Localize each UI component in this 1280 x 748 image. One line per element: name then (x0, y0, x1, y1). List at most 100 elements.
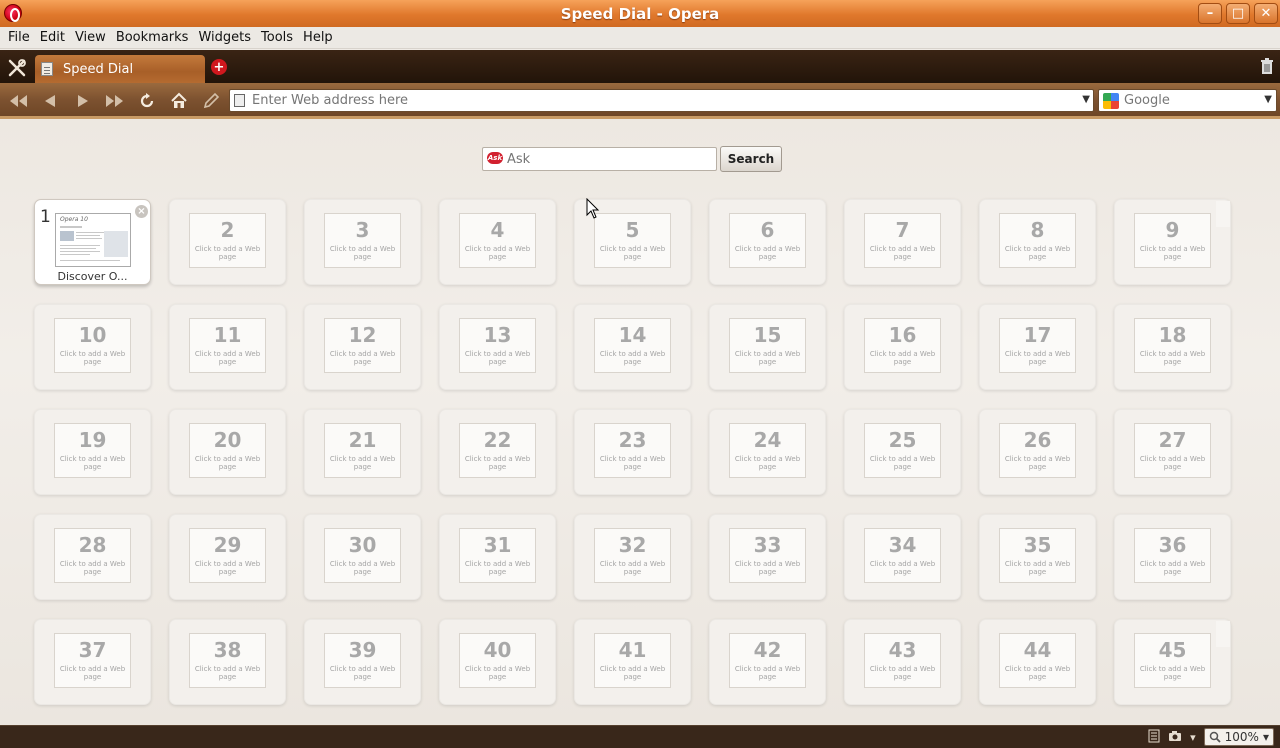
speed-dial-item-17[interactable]: 17 Click to add a Web page (979, 304, 1096, 390)
speed-dial-item-37[interactable]: 37 Click to add a Web page (34, 619, 151, 705)
empty-dial-frame: 2 Click to add a Web page (189, 213, 266, 268)
dial-number: 25 (888, 428, 917, 452)
search-engine-field[interactable]: Google ▼ (1098, 89, 1277, 112)
chevron-down-icon[interactable]: ▾ (1190, 731, 1196, 744)
dial-hint: Click to add a Web page (734, 560, 801, 576)
maximize-button[interactable]: □ (1226, 3, 1250, 24)
speed-dial-item-8[interactable]: 8 Click to add a Web page (979, 199, 1096, 285)
speed-dial-item-28[interactable]: 28 Click to add a Web page (34, 514, 151, 600)
tab-speed-dial[interactable]: Speed Dial (35, 55, 205, 83)
speed-dial-item-42[interactable]: 42 Click to add a Web page (709, 619, 826, 705)
menu-help[interactable]: Help (298, 30, 338, 45)
edit-pencil-icon[interactable] (199, 92, 223, 110)
rewind-icon[interactable] (6, 92, 30, 110)
dial-number: 22 (483, 428, 512, 452)
menu-view[interactable]: View (70, 30, 111, 45)
speed-dial-item-39[interactable]: 39 Click to add a Web page (304, 619, 421, 705)
speed-dial-item-11[interactable]: 11 Click to add a Web page (169, 304, 286, 390)
speed-dial-item-4[interactable]: 4 Click to add a Web page (439, 199, 556, 285)
speed-dial-item-6[interactable]: 6 Click to add a Web page (709, 199, 826, 285)
trash-icon[interactable] (1260, 58, 1274, 75)
speed-dial-item-30[interactable]: 30 Click to add a Web page (304, 514, 421, 600)
speed-dial-item-10[interactable]: 10 Click to add a Web page (34, 304, 151, 390)
address-input[interactable] (252, 92, 1072, 109)
fast-forward-icon[interactable] (103, 92, 127, 110)
empty-dial-frame: 23 Click to add a Web page (594, 423, 671, 478)
speed-dial-item-38[interactable]: 38 Click to add a Web page (169, 619, 286, 705)
menu-edit[interactable]: Edit (35, 30, 70, 45)
speed-dial-item-9[interactable]: 9 Click to add a Web page (1114, 199, 1231, 285)
empty-dial-frame: 11 Click to add a Web page (189, 318, 266, 373)
speed-dial-item-1[interactable]: 1 Opera 10 × Discover O... (34, 199, 151, 285)
speed-dial-page: Ask Search 1 Opera 10 × Discover O... (0, 119, 1280, 725)
speed-dial-item-19[interactable]: 19 Click to add a Web page (34, 409, 151, 495)
chevron-down-icon[interactable]: ▼ (1264, 94, 1272, 105)
close-window-button[interactable]: ✕ (1254, 3, 1278, 24)
speed-dial-item-40[interactable]: 40 Click to add a Web page (439, 619, 556, 705)
tools-menu-icon[interactable] (0, 53, 34, 83)
speed-dial-item-31[interactable]: 31 Click to add a Web page (439, 514, 556, 600)
speed-dial-item-36[interactable]: 36 Click to add a Web page (1114, 514, 1231, 600)
home-icon[interactable] (167, 92, 191, 110)
opera-logo-icon (4, 4, 22, 22)
dial-hint: Click to add a Web page (329, 455, 396, 471)
dial-hint: Click to add a Web page (869, 350, 936, 366)
close-icon[interactable]: × (135, 205, 148, 218)
dial-number: 24 (753, 428, 782, 452)
speed-dial-item-34[interactable]: 34 Click to add a Web page (844, 514, 961, 600)
speed-dial-item-41[interactable]: 41 Click to add a Web page (574, 619, 691, 705)
search-button[interactable]: Search (720, 146, 782, 172)
ask-search-input[interactable] (507, 151, 707, 167)
title-bar: Speed Dial - Opera – □ ✕ (0, 0, 1280, 27)
speed-dial-item-13[interactable]: 13 Click to add a Web page (439, 304, 556, 390)
speed-dial-item-18[interactable]: 18 Click to add a Web page (1114, 304, 1231, 390)
speed-dial-item-21[interactable]: 21 Click to add a Web page (304, 409, 421, 495)
reload-icon[interactable] (135, 92, 159, 110)
speed-dial-item-22[interactable]: 22 Click to add a Web page (439, 409, 556, 495)
speed-dial-item-27[interactable]: 27 Click to add a Web page (1114, 409, 1231, 495)
speed-dial-item-45[interactable]: 45 Click to add a Web page (1114, 619, 1231, 705)
speed-dial-item-23[interactable]: 23 Click to add a Web page (574, 409, 691, 495)
forward-icon[interactable] (71, 92, 95, 110)
menu-tools[interactable]: Tools (256, 30, 298, 45)
speed-dial-item-44[interactable]: 44 Click to add a Web page (979, 619, 1096, 705)
speed-dial-item-43[interactable]: 43 Click to add a Web page (844, 619, 961, 705)
speed-dial-item-20[interactable]: 20 Click to add a Web page (169, 409, 286, 495)
speed-dial-item-32[interactable]: 32 Click to add a Web page (574, 514, 691, 600)
speed-dial-item-29[interactable]: 29 Click to add a Web page (169, 514, 286, 600)
dial-hint: Click to add a Web page (1139, 455, 1206, 471)
back-icon[interactable] (38, 92, 62, 110)
menu-file[interactable]: File (3, 30, 35, 45)
minimize-button[interactable]: – (1198, 3, 1222, 24)
empty-dial-frame: 17 Click to add a Web page (999, 318, 1076, 373)
speed-dial-item-33[interactable]: 33 Click to add a Web page (709, 514, 826, 600)
ask-search-box[interactable]: Ask (482, 147, 717, 171)
speed-dial-item-2[interactable]: 2 Click to add a Web page (169, 199, 286, 285)
chevron-down-icon[interactable]: ▼ (1082, 94, 1090, 105)
speed-dial-item-7[interactable]: 7 Click to add a Web page (844, 199, 961, 285)
speed-dial-item-12[interactable]: 12 Click to add a Web page (304, 304, 421, 390)
speed-dial-item-15[interactable]: 15 Click to add a Web page (709, 304, 826, 390)
address-bar[interactable]: ▼ (229, 89, 1094, 112)
panel-toggle-icon[interactable] (1148, 729, 1160, 746)
speed-dial-item-35[interactable]: 35 Click to add a Web page (979, 514, 1096, 600)
speed-dial-item-16[interactable]: 16 Click to add a Web page (844, 304, 961, 390)
speed-dial-item-25[interactable]: 25 Click to add a Web page (844, 409, 961, 495)
dial-hint: Click to add a Web page (1139, 665, 1206, 681)
dial-number: 19 (78, 428, 107, 452)
speed-dial-item-3[interactable]: 3 Click to add a Web page (304, 199, 421, 285)
speed-dial-item-24[interactable]: 24 Click to add a Web page (709, 409, 826, 495)
menu-widgets[interactable]: Widgets (193, 30, 256, 45)
speed-dial-item-14[interactable]: 14 Click to add a Web page (574, 304, 691, 390)
zoom-control[interactable]: 100% ▾ (1203, 728, 1274, 746)
menu-bookmarks[interactable]: Bookmarks (111, 30, 194, 45)
empty-dial-frame: 34 Click to add a Web page (864, 528, 941, 583)
thumbnail-logo: Opera 10 (60, 216, 88, 223)
camera-icon[interactable] (1168, 730, 1182, 745)
dial-hint: Click to add a Web page (1139, 245, 1206, 261)
speed-dial-item-26[interactable]: 26 Click to add a Web page (979, 409, 1096, 495)
chevron-down-icon[interactable]: ▾ (1263, 730, 1269, 744)
new-tab-icon[interactable]: + (211, 59, 227, 75)
dial-label: Discover O... (57, 270, 128, 283)
empty-dial-frame: 35 Click to add a Web page (999, 528, 1076, 583)
